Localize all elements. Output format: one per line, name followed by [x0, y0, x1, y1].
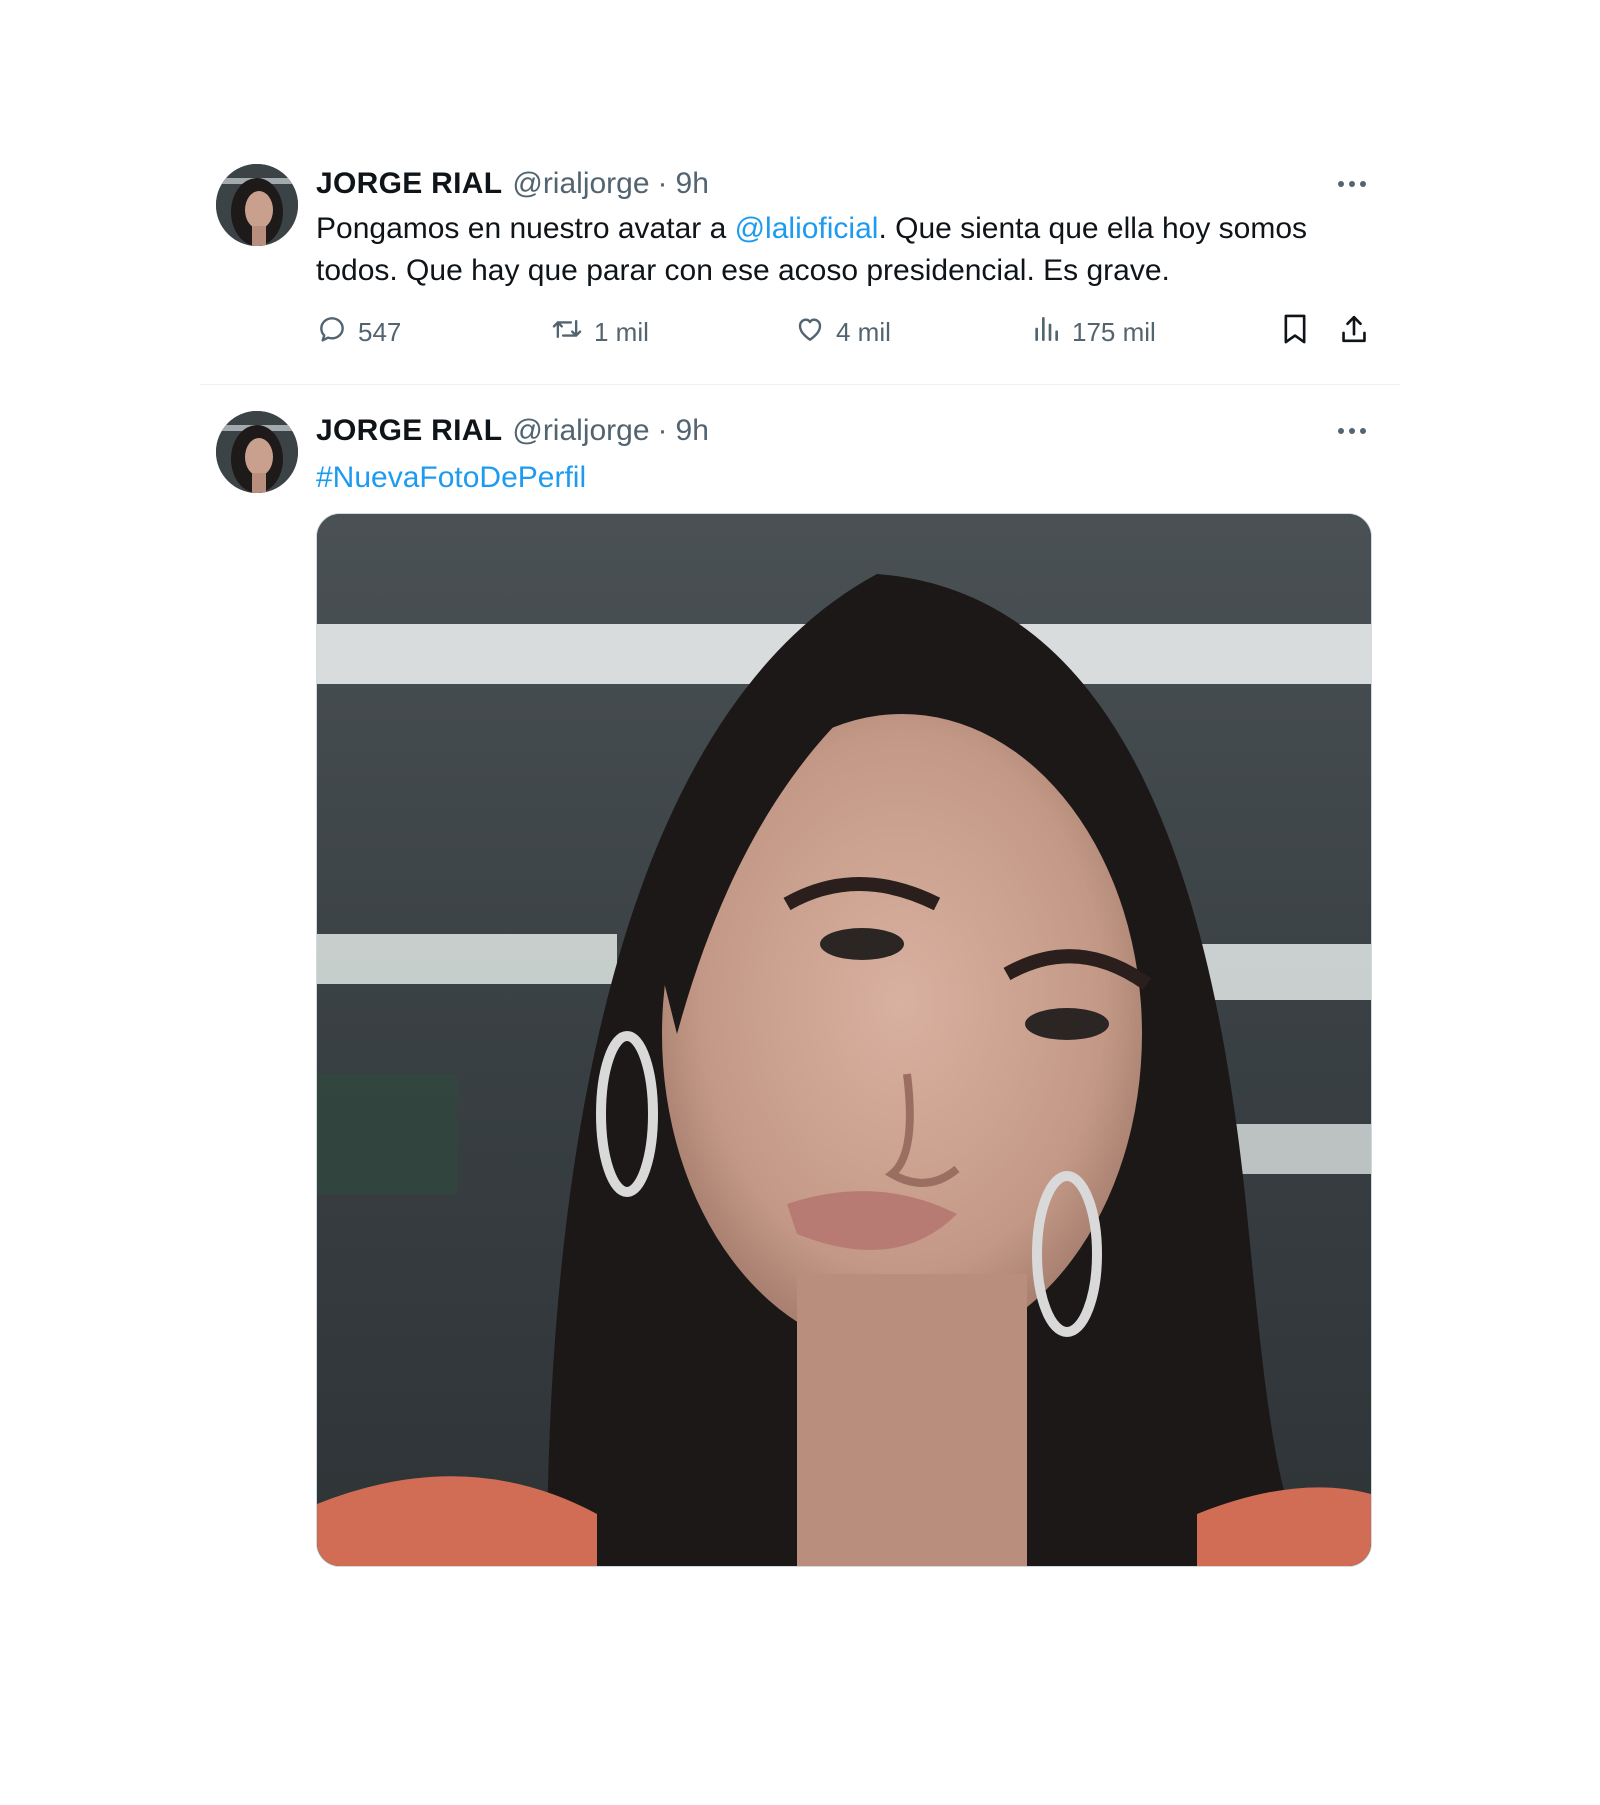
tweet-actions: 547 1 mil 4 mil 175 mil: [316, 310, 1370, 354]
reply-icon: [316, 313, 358, 352]
tweet[interactable]: JORGE RIAL @rialjorge · 9h #NuevaFotoDeP…: [200, 385, 1400, 1805]
handle[interactable]: @rialjorge: [512, 164, 649, 204]
share-icon: [1338, 312, 1370, 353]
like-count: 4 mil: [836, 316, 891, 347]
tweet[interactable]: JORGE RIAL @rialjorge · 9h Pongamos en n…: [200, 156, 1400, 385]
reply-count: 547: [358, 316, 402, 347]
tweet-text-start: Pongamos en nuestro avatar a: [316, 212, 735, 245]
retweet-count: 1 mil: [594, 316, 649, 347]
like-icon: [794, 313, 836, 352]
bookmark-button[interactable]: [1280, 310, 1310, 354]
photo-image: [317, 514, 1371, 1566]
share-button[interactable]: [1338, 310, 1370, 354]
bookmark-icon: [1280, 312, 1310, 353]
reply-button[interactable]: 547: [316, 310, 401, 354]
timestamp[interactable]: 9h: [676, 411, 709, 451]
handle[interactable]: @rialjorge: [512, 411, 649, 451]
timestamp[interactable]: 9h: [676, 164, 709, 204]
display-name[interactable]: JORGE RIAL: [316, 164, 502, 204]
tweet-text: Pongamos en nuestro avatar a @lalioficia…: [316, 208, 1386, 292]
tweet-photo[interactable]: [316, 513, 1372, 1567]
avatar-image: [216, 411, 298, 493]
hashtag-link[interactable]: #NuevaFotoDePerfil: [316, 461, 586, 494]
avatar[interactable]: [216, 411, 298, 493]
avatar-image: [216, 164, 298, 246]
timeline: JORGE RIAL @rialjorge · 9h Pongamos en n…: [200, 156, 1400, 1805]
tweet-header: JORGE RIAL @rialjorge · 9h: [316, 411, 1370, 451]
display-name[interactable]: JORGE RIAL: [316, 411, 502, 451]
separator: ·: [657, 167, 668, 200]
retweet-button[interactable]: 1 mil: [550, 310, 649, 354]
mention-link[interactable]: @lalioficial: [735, 212, 879, 245]
like-button[interactable]: 4 mil: [794, 310, 891, 354]
tweet-header: JORGE RIAL @rialjorge · 9h: [316, 164, 1370, 204]
more-icon[interactable]: [1334, 166, 1370, 202]
retweet-icon: [550, 313, 594, 352]
views-button[interactable]: 175 mil: [1030, 310, 1156, 354]
avatar[interactable]: [216, 164, 298, 246]
more-icon[interactable]: [1334, 413, 1370, 449]
views-icon: [1030, 313, 1072, 352]
views-count: 175 mil: [1072, 316, 1156, 347]
separator: ·: [657, 414, 668, 447]
tweet-text: #NuevaFotoDePerfil: [316, 457, 1386, 499]
